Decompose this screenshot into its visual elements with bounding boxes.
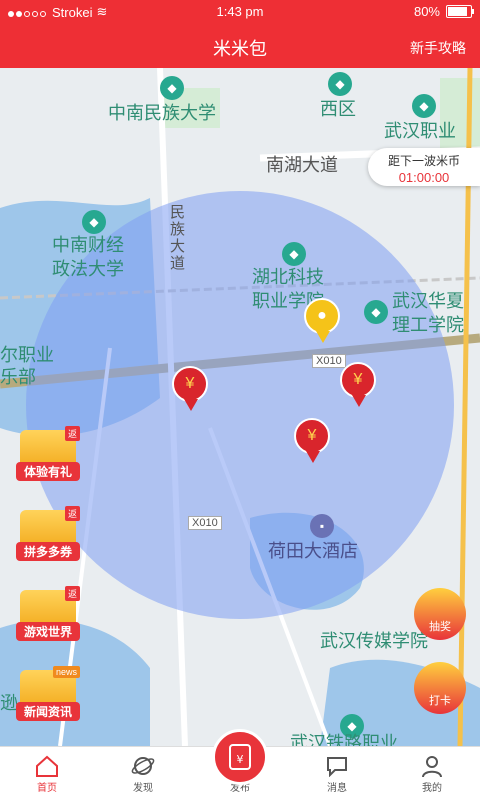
road-tag: X010 [188, 516, 222, 530]
yuan-icon: ¥ [340, 362, 376, 398]
lottery-button[interactable]: 抽奖 [414, 588, 466, 640]
tab-messages[interactable]: 消息 [297, 753, 377, 794]
user-icon [392, 753, 472, 779]
school-icon: ◆ [282, 242, 306, 266]
map-label-hubei-keji-1: 湖北科技 [252, 267, 324, 287]
battery-percent: 80% [413, 4, 440, 19]
map-label-wuhan-huaxia-1: 武汉华夏 [392, 291, 464, 311]
map-label-zhongnan-caijing-1: 中南财经 [52, 235, 124, 255]
tab-label: 消息 [327, 783, 347, 794]
checkin-label: 打卡 [429, 695, 451, 707]
side-item-tag: 返 [64, 586, 80, 601]
status-bar: Strokei ≋ 1:43 pm 80% [0, 0, 480, 24]
side-item-pinduoduo[interactable]: 返 拼多多券 [16, 506, 80, 561]
map-label-minzu-road: 民族大道 [170, 204, 186, 272]
publish-button[interactable]: ¥ [212, 729, 268, 785]
school-icon: ◆ [364, 300, 388, 324]
red-envelope-pin[interactable]: ¥ [172, 366, 210, 412]
side-item-tag: news [52, 666, 80, 678]
countdown-label: 距下一波米币 [387, 154, 460, 168]
map-label-wuhan-tielu: 武汉铁路职业 [290, 733, 398, 746]
side-item-tag: 返 [64, 426, 80, 441]
guide-link[interactable]: 新手攻略 [410, 38, 466, 58]
red-envelope-pin[interactable]: ¥ [340, 362, 378, 408]
map-label-nanhu-road: 南湖大道 [266, 155, 338, 175]
tab-bar: 首页 发现 发布 ¥ 消息 我的 [0, 729, 480, 801]
planet-icon [103, 753, 183, 779]
side-item-tag: 返 [64, 506, 80, 521]
map-label-left-cut-2: 乐部 [0, 367, 36, 387]
map-label-wuhan-zhiye: 武汉职业 [384, 121, 456, 141]
hotel-icon: ▪ [310, 514, 334, 538]
countdown-time: 01:00:00 [398, 170, 450, 185]
side-item-label: 新闻资讯 [16, 702, 80, 721]
status-right: 80% [413, 4, 474, 19]
yuan-icon: ¥ [172, 366, 208, 402]
page-title: 米米包 [213, 39, 267, 59]
tab-profile[interactable]: 我的 [392, 753, 472, 794]
red-envelope-pin[interactable]: ¥ [294, 418, 332, 464]
map-label-wuhan-huaxia-2: 理工学院 [392, 315, 464, 335]
side-item-experience[interactable]: 返 体验有礼 [16, 426, 80, 481]
map-label-zhongnan-caijing-2: 政法大学 [52, 259, 124, 279]
home-icon [7, 753, 87, 779]
school-icon: ◆ [412, 94, 436, 118]
map-label-wuhan-chuanmei: 武汉传媒学院 [320, 631, 428, 651]
status-time: 1:43 pm [216, 4, 264, 19]
yuan-icon: ¥ [294, 418, 330, 454]
side-item-games[interactable]: 返 游戏世界 [16, 586, 80, 641]
school-icon: ◆ [328, 72, 352, 96]
checkin-button[interactable]: 打卡 [414, 662, 466, 714]
tab-label: 我的 [422, 783, 442, 794]
map-label-left-cut-1: 尔职业 [0, 345, 54, 365]
nav-bar: 米米包 新手攻略 [0, 24, 480, 68]
side-item-news[interactable]: news 新闻资讯 [16, 666, 80, 721]
red-packet-icon: ¥ [229, 744, 251, 770]
side-item-label: 体验有礼 [16, 462, 80, 481]
map-label-hetian: 荷田大酒店 [268, 541, 358, 561]
svg-text:¥: ¥ [237, 753, 244, 766]
tab-label: 发现 [133, 783, 153, 794]
countdown-panel: 距下一波米币 01:00:00 [368, 148, 480, 186]
tab-label: 首页 [37, 783, 57, 794]
side-item-label: 游戏世界 [16, 622, 80, 641]
map-label-xiqu: 西区 [320, 99, 356, 119]
school-icon: ◆ [82, 210, 106, 234]
tab-discover[interactable]: 发现 [103, 753, 183, 794]
lottery-label: 抽奖 [429, 621, 451, 633]
battery-icon [446, 5, 474, 18]
coin-icon: ● [304, 298, 340, 334]
gold-coin-pin[interactable]: ● [304, 298, 342, 344]
chat-icon [297, 753, 377, 779]
map-view[interactable]: ◆ 中南民族大学 ◆ 西区 ◆ 武汉职业 南湖大道 ◆ 中南财经 政法大学 民族… [0, 68, 480, 746]
map-label-zhongnan-minzu: 中南民族大学 [108, 103, 216, 123]
school-icon: ◆ [160, 76, 184, 100]
side-item-label: 拼多多券 [16, 542, 80, 561]
tab-home[interactable]: 首页 [7, 753, 87, 794]
